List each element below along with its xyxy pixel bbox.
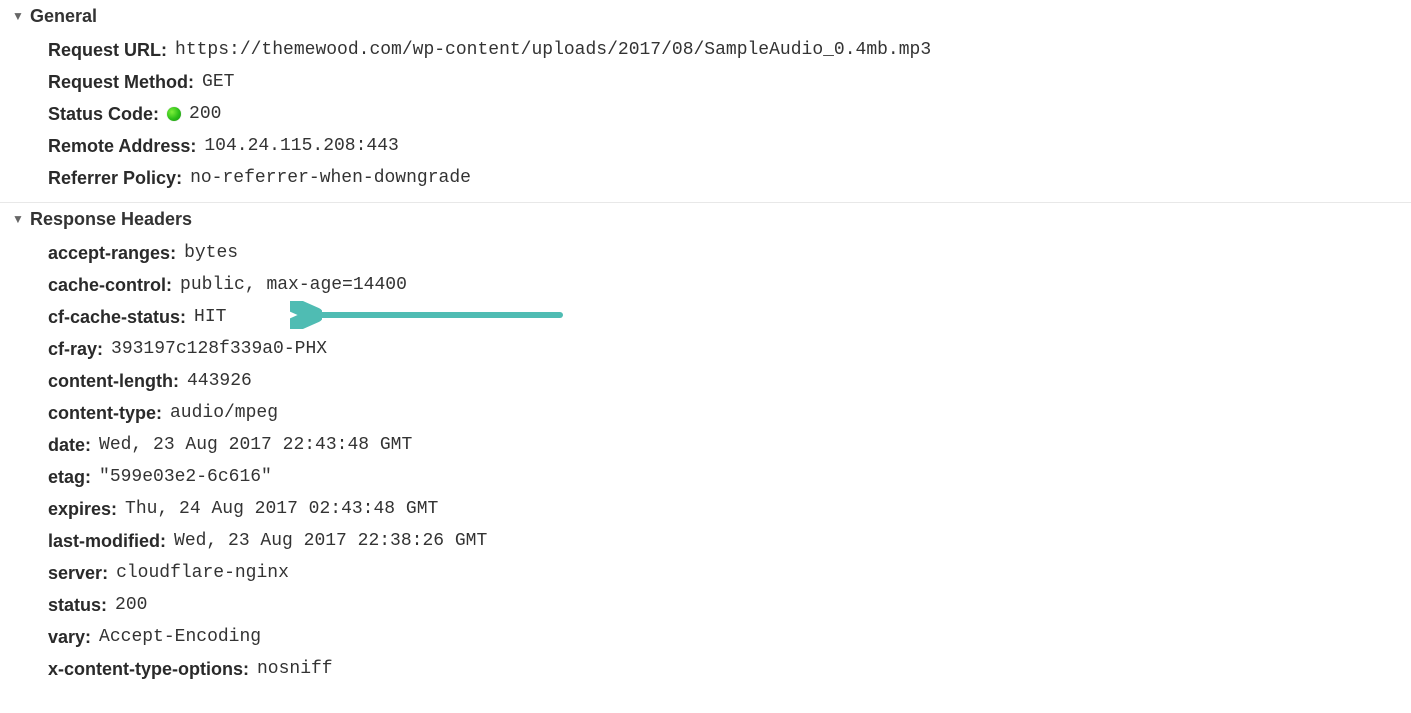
section-title: General [30, 4, 97, 28]
header-value: Thu, 24 Aug 2017 02:43:48 GMT [125, 496, 438, 522]
header-row: x-content-type-options nosniff [0, 653, 1411, 685]
general-section: ▼ General Request URL https://themewood.… [0, 0, 1411, 202]
header-key: cf-cache-status [48, 304, 186, 330]
header-row: status 200 [0, 589, 1411, 621]
header-row: Remote Address 104.24.115.208:443 [0, 130, 1411, 162]
response-headers-section-header[interactable]: ▼ Response Headers [0, 203, 1411, 235]
header-key: expires [48, 496, 117, 522]
header-row: Referrer Policy no-referrer-when-downgra… [0, 162, 1411, 194]
header-row: accept-ranges bytes [0, 237, 1411, 269]
response-headers-section: ▼ Response Headers accept-ranges bytes c… [0, 202, 1411, 693]
header-row: expires Thu, 24 Aug 2017 02:43:48 GMT [0, 493, 1411, 525]
header-value: audio/mpeg [170, 400, 278, 426]
header-key: server [48, 560, 108, 586]
headers-panel: ▼ General Request URL https://themewood.… [0, 0, 1411, 693]
header-value: "599e03e2-6c616" [99, 464, 272, 490]
header-row: cf-cache-status HIT [0, 301, 1411, 333]
header-row: Request URL https://themewood.com/wp-con… [0, 34, 1411, 66]
header-key: x-content-type-options [48, 656, 249, 682]
header-key: accept-ranges [48, 240, 176, 266]
header-row: date Wed, 23 Aug 2017 22:43:48 GMT [0, 429, 1411, 461]
header-value: bytes [184, 240, 238, 266]
header-key: Request URL [48, 37, 167, 63]
header-row: vary Accept-Encoding [0, 621, 1411, 653]
header-value: Accept-Encoding [99, 624, 261, 650]
disclosure-triangle-icon: ▼ [12, 10, 26, 22]
header-key: cache-control [48, 272, 172, 298]
header-value: public, max-age=14400 [180, 272, 407, 298]
header-key: cf-ray [48, 336, 103, 362]
header-value: HIT [194, 304, 226, 330]
header-value: 104.24.115.208:443 [204, 133, 398, 159]
header-key: date [48, 432, 91, 458]
response-headers-rows: accept-ranges bytes cache-control public… [0, 235, 1411, 693]
header-value: 443926 [187, 368, 252, 394]
header-row: last-modified Wed, 23 Aug 2017 22:38:26 … [0, 525, 1411, 557]
general-section-header[interactable]: ▼ General [0, 0, 1411, 32]
header-key: Referrer Policy [48, 165, 182, 191]
header-key: Remote Address [48, 133, 196, 159]
header-key: last-modified [48, 528, 166, 554]
header-value: 393197c128f339a0-PHX [111, 336, 327, 362]
header-value: nosniff [257, 656, 333, 682]
header-value: https://themewood.com/wp-content/uploads… [175, 37, 931, 63]
header-row: Status Code 200 [0, 98, 1411, 130]
header-value: GET [202, 69, 234, 95]
status-indicator-icon [167, 107, 181, 121]
header-value: 200 [115, 592, 147, 618]
header-key: status [48, 592, 107, 618]
header-key: etag [48, 464, 91, 490]
header-row: cf-ray 393197c128f339a0-PHX [0, 333, 1411, 365]
header-value: Wed, 23 Aug 2017 22:43:48 GMT [99, 432, 412, 458]
header-row: server cloudflare-nginx [0, 557, 1411, 589]
section-title: Response Headers [30, 207, 192, 231]
annotation-arrow-icon [290, 301, 570, 329]
general-rows: Request URL https://themewood.com/wp-con… [0, 32, 1411, 202]
header-row: Request Method GET [0, 66, 1411, 98]
header-key: Request Method [48, 69, 194, 95]
disclosure-triangle-icon: ▼ [12, 213, 26, 225]
header-key: content-length [48, 368, 179, 394]
header-value: 200 [189, 101, 221, 127]
header-key: vary [48, 624, 91, 650]
header-value: cloudflare-nginx [116, 560, 289, 586]
header-row: content-type audio/mpeg [0, 397, 1411, 429]
header-value: no-referrer-when-downgrade [190, 165, 471, 191]
header-key: Status Code [48, 101, 159, 127]
header-row: etag "599e03e2-6c616" [0, 461, 1411, 493]
header-row: content-length 443926 [0, 365, 1411, 397]
header-value: Wed, 23 Aug 2017 22:38:26 GMT [174, 528, 487, 554]
header-row: cache-control public, max-age=14400 [0, 269, 1411, 301]
header-key: content-type [48, 400, 162, 426]
